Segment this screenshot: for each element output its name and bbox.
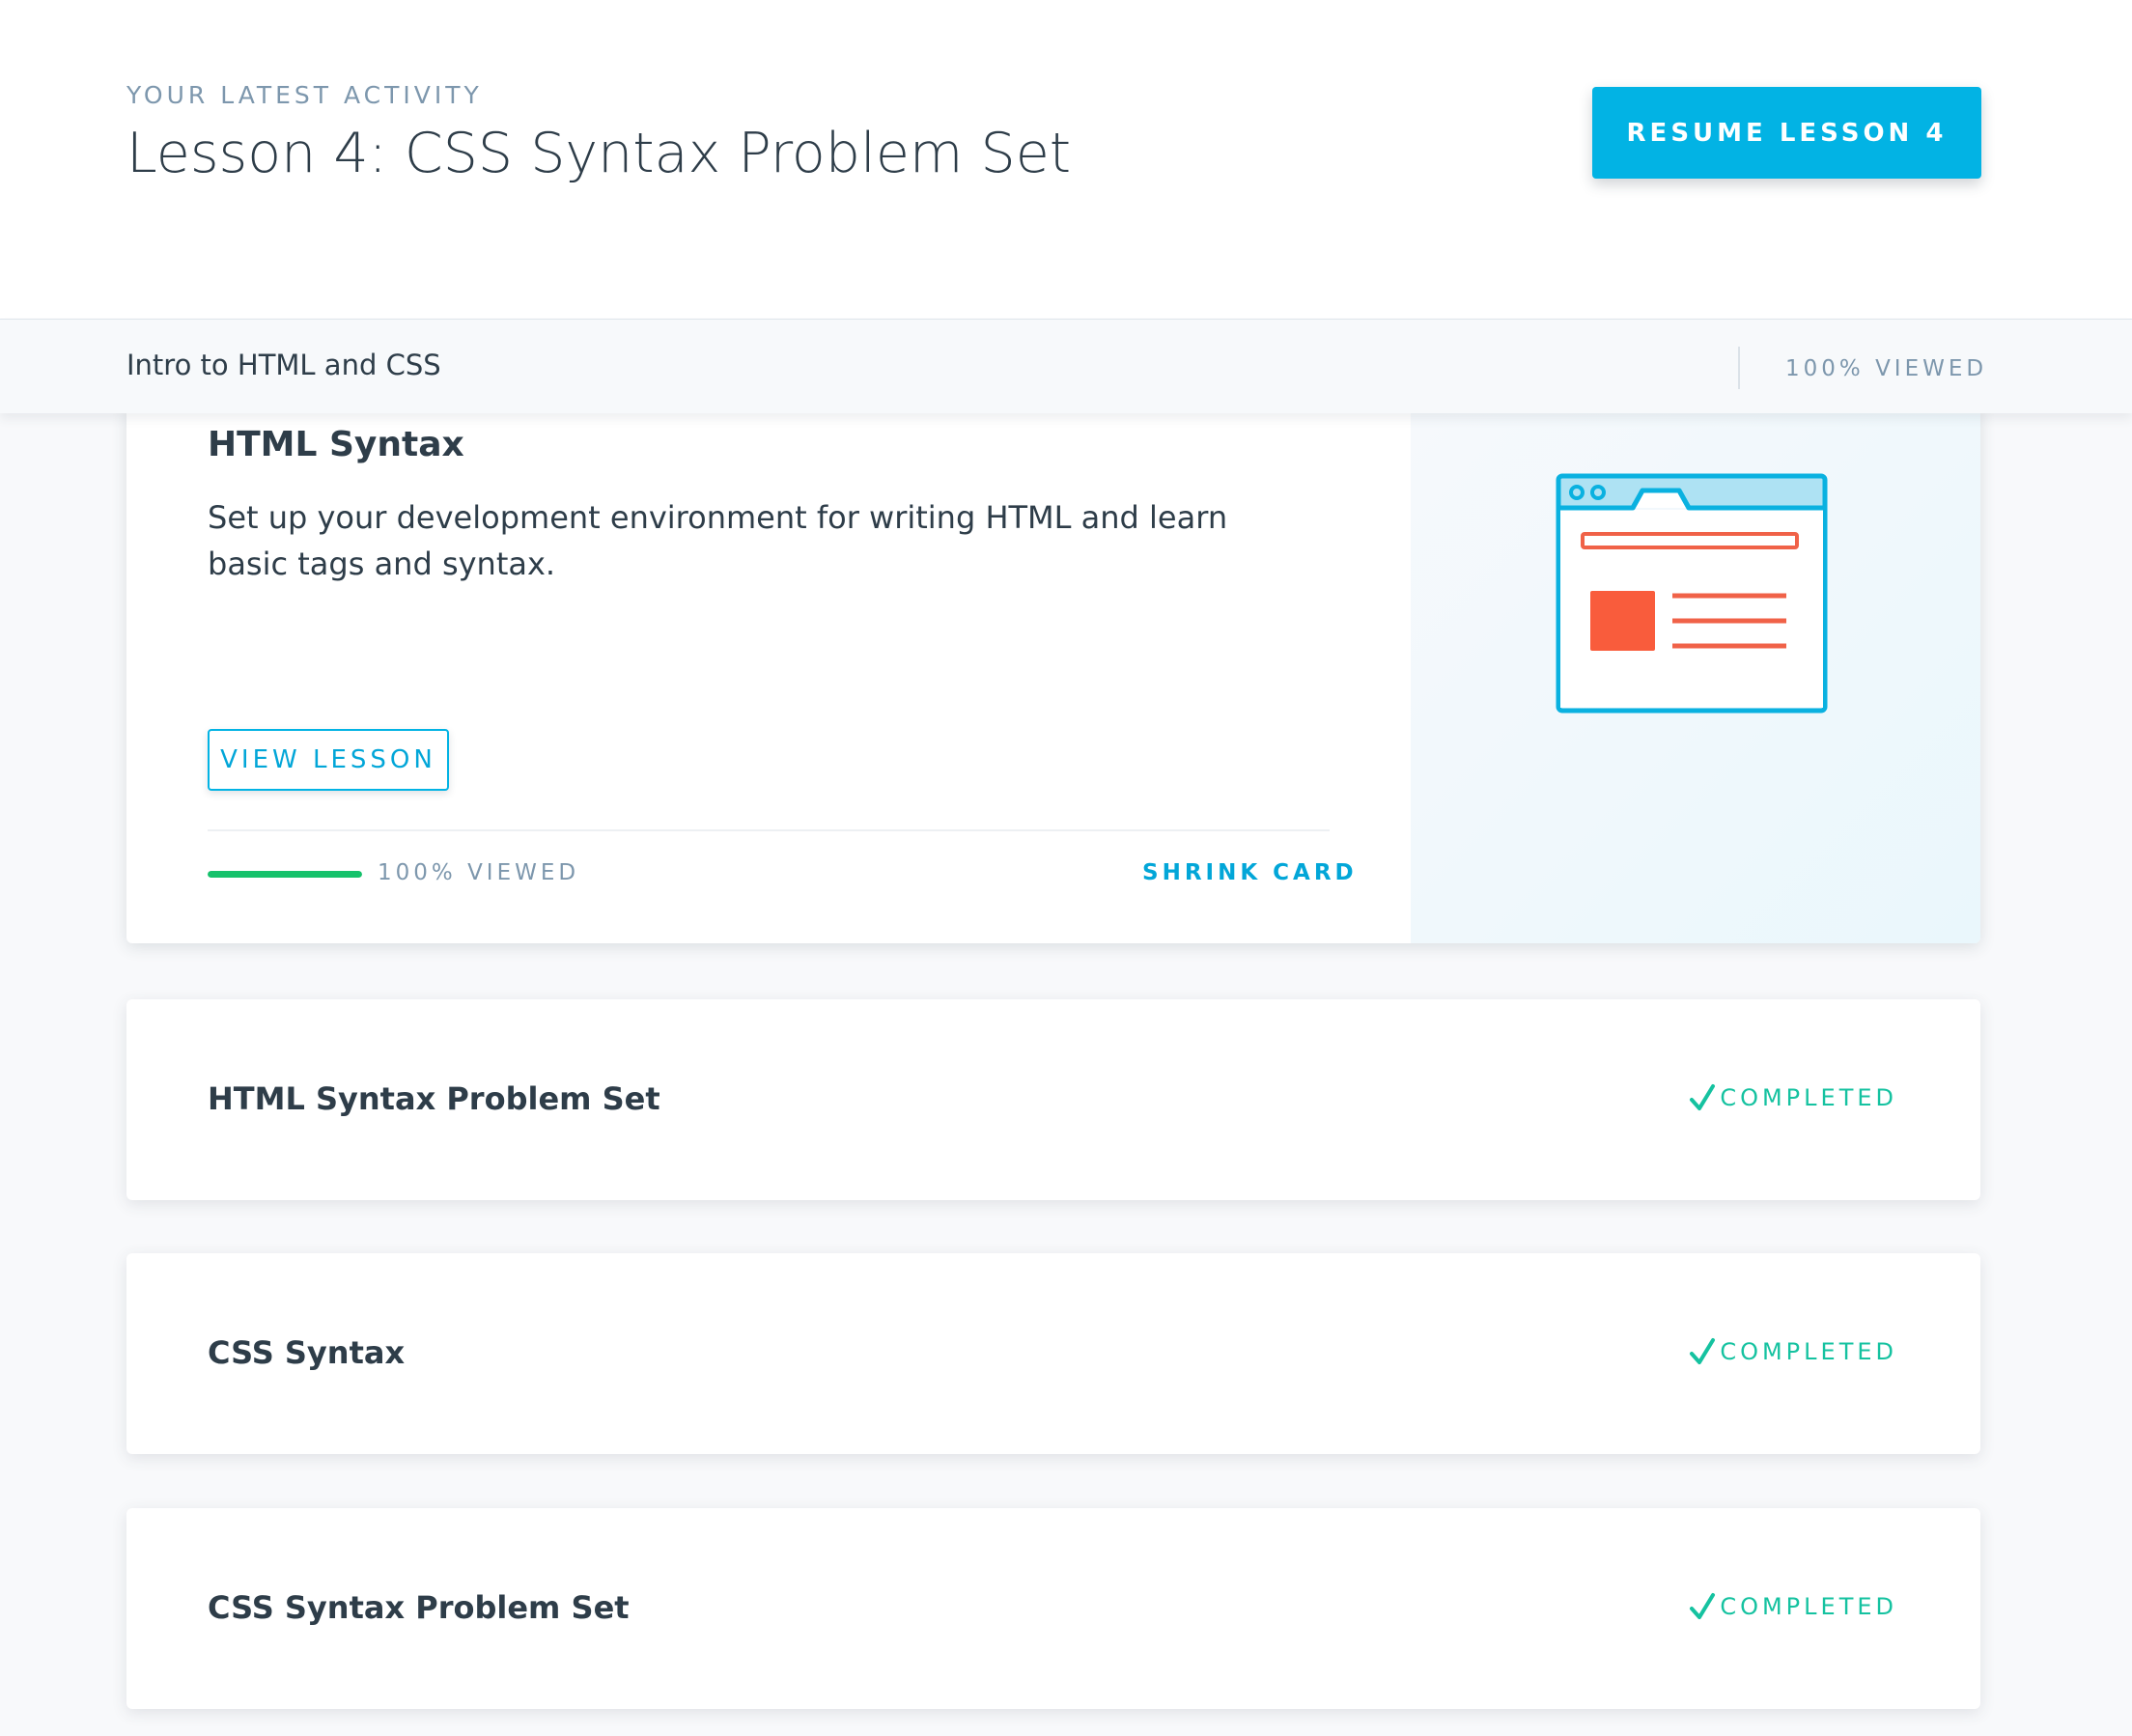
lesson-card[interactable]: CSS Syntax Problem Set COMPLETED: [126, 1508, 1980, 1709]
completed-status-label: COMPLETED: [1720, 1593, 1897, 1620]
course-name[interactable]: Intro to HTML and CSS: [126, 349, 441, 381]
resume-lesson-button[interactable]: RESUME LESSON 4: [1592, 87, 1981, 179]
latest-activity-header: YOUR LATEST ACTIVITY Lesson 4: CSS Synta…: [0, 0, 2132, 321]
page-title: Lesson 4: CSS Syntax Problem Set: [126, 122, 1072, 185]
lesson-card-title: HTML Syntax Problem Set: [208, 1080, 660, 1117]
completed-status: COMPLETED: [1689, 1337, 1897, 1366]
lesson-card[interactable]: HTML Syntax Problem Set COMPLETED: [126, 999, 1980, 1200]
course-bar-divider: [1738, 347, 1740, 389]
checkmark-icon: [1690, 1084, 1716, 1110]
latest-activity-eyebrow: YOUR LATEST ACTIVITY: [126, 81, 483, 109]
course-progress-label: 100% VIEWED: [1785, 356, 1988, 381]
view-lesson-button[interactable]: VIEW LESSON: [208, 729, 449, 791]
completed-status: COMPLETED: [1689, 1592, 1897, 1621]
lesson-card-title: CSS Syntax Problem Set: [208, 1589, 630, 1626]
lesson-progress-label: 100% VIEWED: [378, 860, 580, 885]
lesson-title: HTML Syntax: [208, 425, 464, 464]
shrink-card-link[interactable]: SHRINK CARD: [1142, 860, 1358, 885]
completed-status: COMPLETED: [1689, 1083, 1897, 1112]
lesson-progress-bar: [208, 871, 362, 878]
lesson-illustration-pane: [1411, 406, 1980, 943]
completed-status-label: COMPLETED: [1720, 1084, 1897, 1111]
lesson-card[interactable]: CSS Syntax COMPLETED: [126, 1253, 1980, 1454]
card-divider: [208, 829, 1330, 831]
course-bar: Intro to HTML and CSS 100% VIEWED: [0, 320, 2132, 413]
checkmark-icon: [1690, 1593, 1716, 1619]
lesson-card-title: CSS Syntax: [208, 1334, 406, 1371]
browser-window-icon: [1556, 473, 1828, 714]
checkmark-icon: [1690, 1338, 1716, 1364]
lesson-description: Set up your development environment for …: [208, 499, 1228, 582]
lesson-progress-fill: [208, 871, 362, 878]
expanded-lesson-card: HTML Syntax Set up your development envi…: [126, 406, 1980, 943]
completed-status-label: COMPLETED: [1720, 1338, 1897, 1365]
